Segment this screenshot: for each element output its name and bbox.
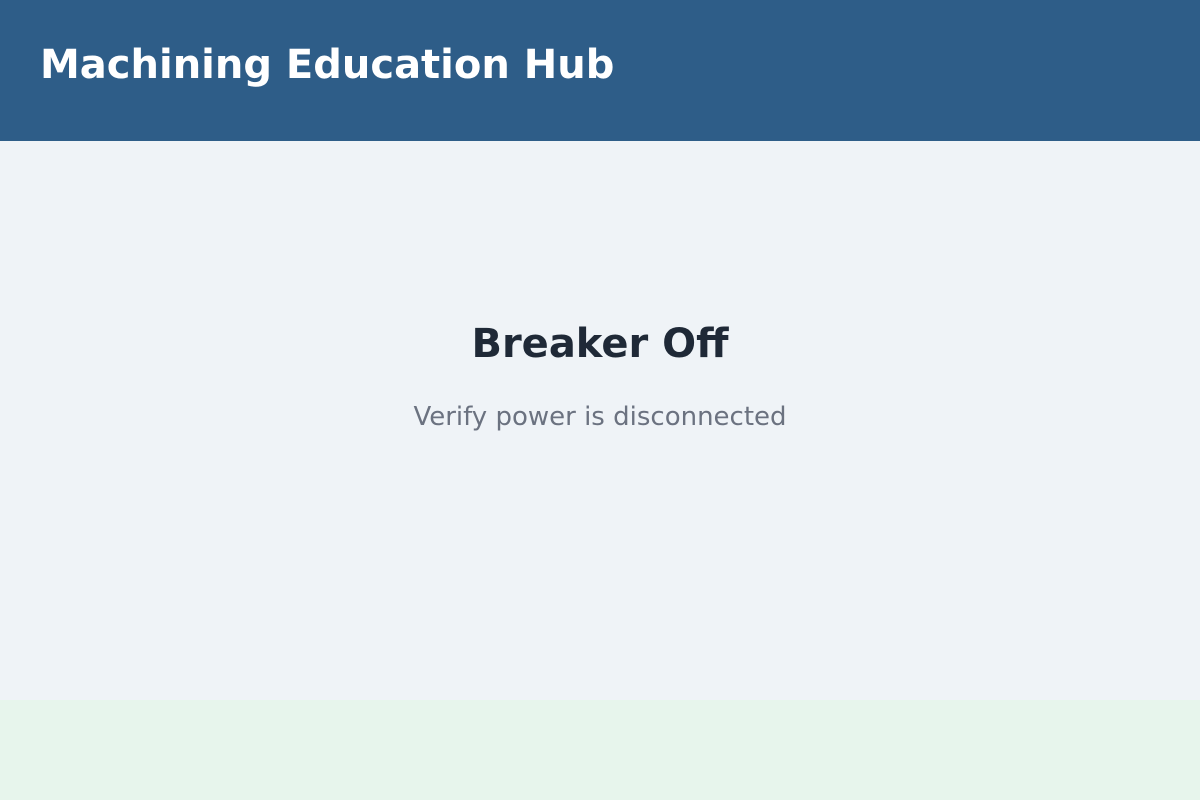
app-title: Machining Education Hub xyxy=(40,42,615,88)
app-header: Machining Education Hub xyxy=(0,0,1200,141)
status-message: Verify power is disconnected xyxy=(413,402,787,432)
main-content: Breaker Off Verify power is disconnected xyxy=(0,141,1200,700)
status-title: Breaker Off xyxy=(471,321,729,367)
footer-band xyxy=(0,700,1200,800)
app-window: Machining Education Hub Breaker Off Veri… xyxy=(0,0,1200,800)
